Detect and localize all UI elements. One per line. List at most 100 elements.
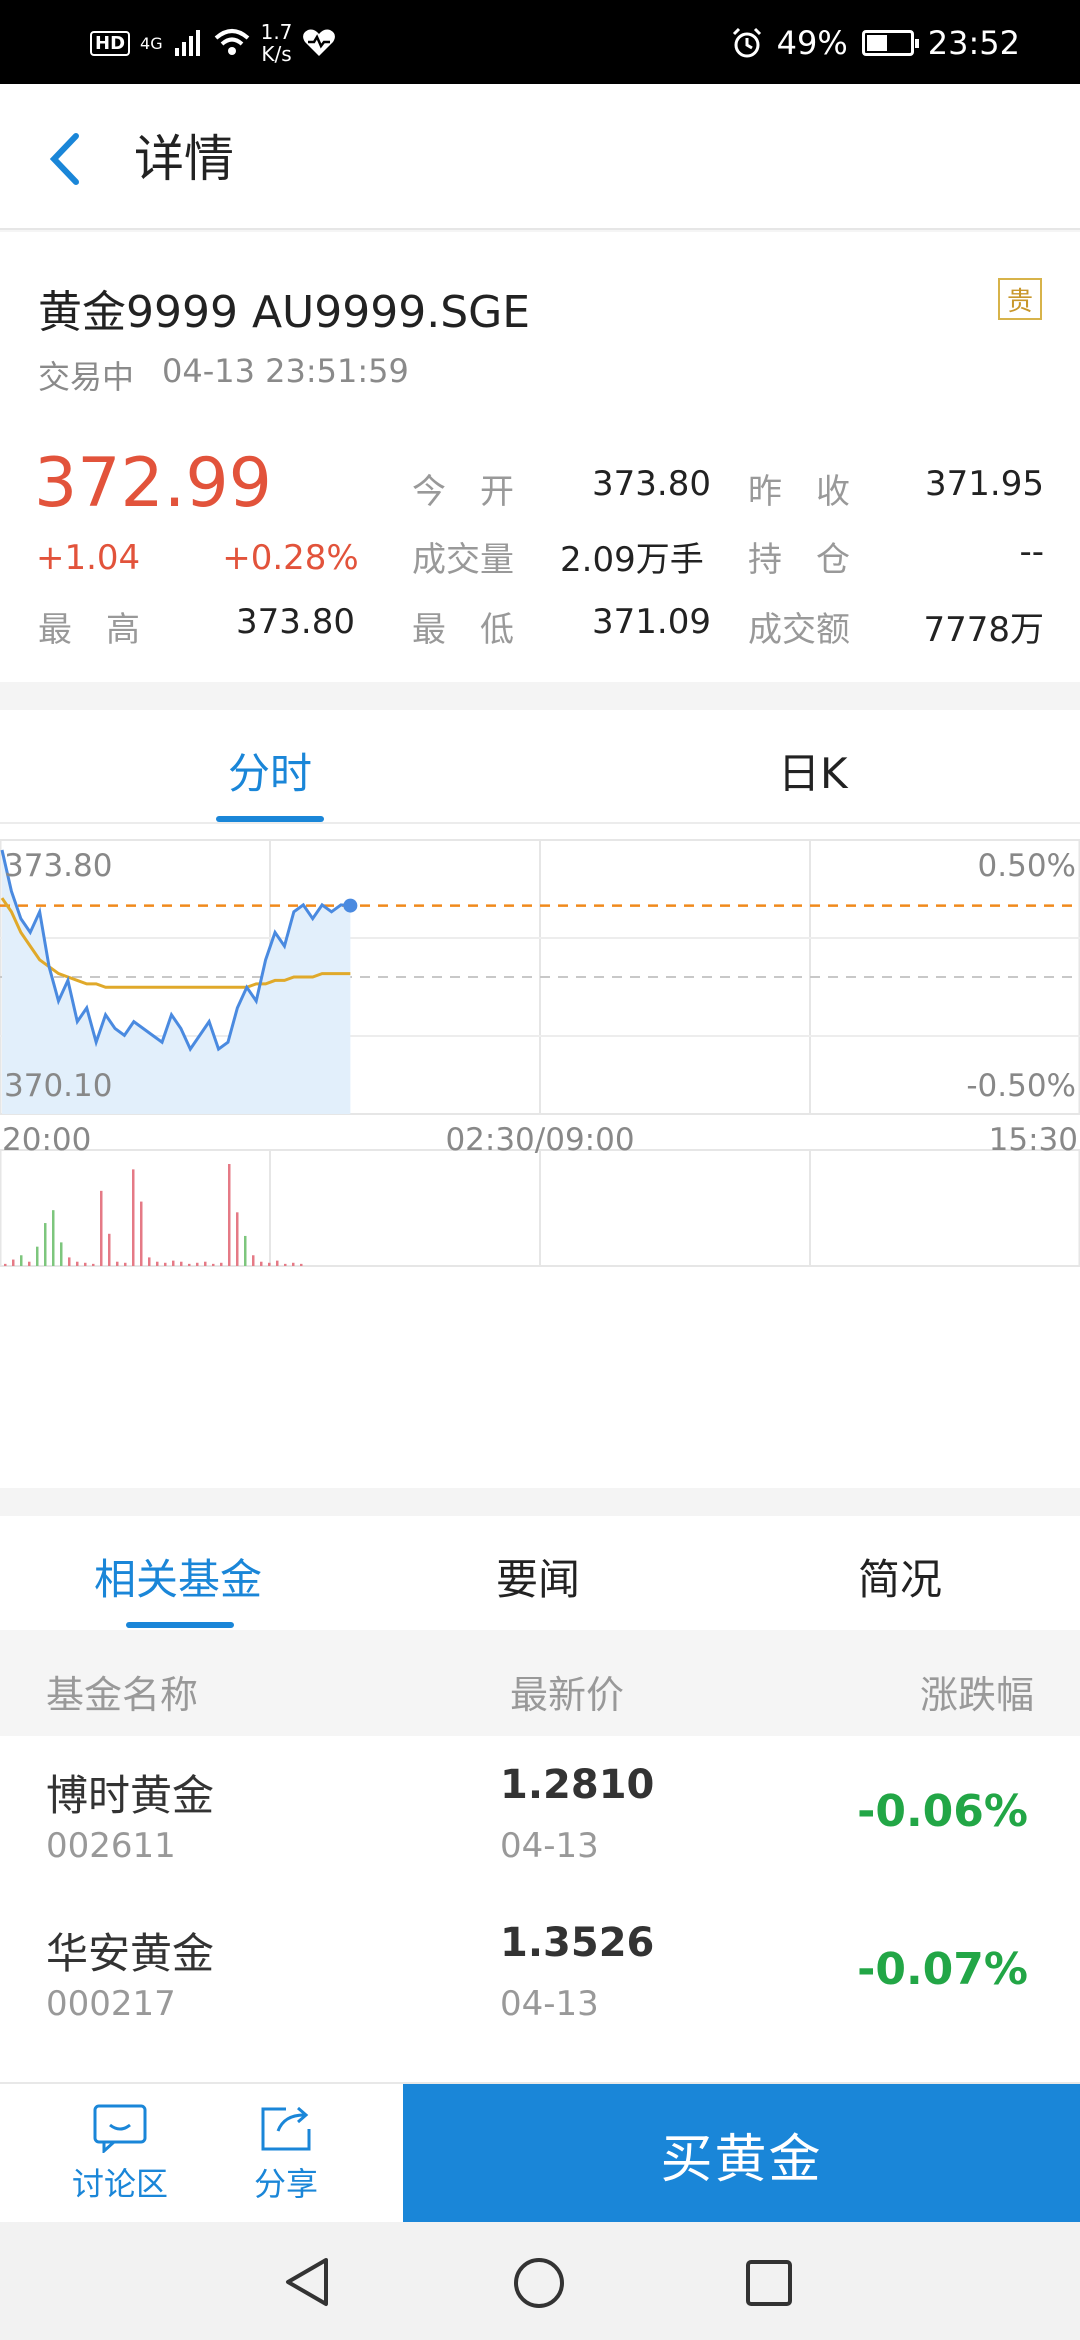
volume-bar [164,1262,167,1266]
chart-tabs: 分时 日K [0,710,1080,824]
health-heart-icon [303,29,336,56]
fund-price: 1.2810 [500,1762,655,1808]
nav-home-icon[interactable] [512,2256,566,2310]
y-tick-label-pct: -0.50% [966,1068,1076,1104]
volume-bar [44,1223,47,1266]
low-value: 371.09 [592,602,711,642]
volume-bar [220,1262,223,1266]
table-row[interactable]: 博时黄金 002611 1.2810 04-13 -0.06% [0,1736,1080,1896]
y-tick-label: 373.80 [4,848,112,884]
volume-label: 成交量 [412,540,514,580]
tab-intraday[interactable]: 分时 [228,740,312,801]
fund-date: 04-13 [500,1984,599,2024]
system-nav-bar [0,2222,1080,2340]
position-value: -- [1019,532,1044,572]
y-tick-label: 370.10 [4,1068,112,1104]
volume-bar [252,1255,255,1266]
chat-icon [93,2104,147,2153]
volume-bar [52,1210,55,1266]
wifi-icon [214,29,249,55]
volume-bar [204,1261,207,1266]
x-tick-label: 20:00 [2,1122,91,1158]
x-tick-label: 15:30 [989,1122,1078,1158]
tab-related-funds[interactable]: 相关基金 [94,1546,262,1607]
discuss-button[interactable]: 讨论区 [40,2084,200,2224]
tab-news[interactable]: 要闻 [496,1546,580,1607]
volume-bar [172,1260,175,1266]
network-speed: 1.7 K/s [260,20,293,66]
nav-recents-icon[interactable] [744,2258,794,2308]
page-title: 详情 [134,130,234,188]
clock: 23:52 [927,24,1020,62]
tab-indicator [126,1622,234,1628]
volume-bar [20,1255,23,1266]
quote-timestamp: 04-13 23:51:59 [162,352,409,390]
col-change-pct: 涨跌幅 [919,1673,1034,1717]
low-label: 最 低 [412,610,514,650]
bottom-action-bar: 讨论区 分享 买黄金 [0,2082,1080,2224]
tab-daily-k[interactable]: 日K [778,740,848,801]
turnover-label: 成交额 [748,610,850,650]
volume-bar [268,1262,271,1266]
change-percent: +0.28% [222,538,359,578]
fund-code: 002611 [46,1826,176,1866]
nav-bar: 详情 [0,84,1080,230]
nav-back-icon[interactable] [282,2256,332,2308]
section-divider [0,1488,1080,1516]
change-value: +1.04 [36,538,141,578]
volume-bar [132,1169,135,1266]
fund-name: 博时黄金 [46,1771,215,1820]
volume-bar [260,1261,263,1266]
volume-bar [244,1235,247,1266]
col-fund-name: 基金名称 [46,1673,199,1717]
hd-icon: HD [90,30,131,56]
discuss-label: 讨论区 [71,2165,168,2203]
tab-indicator [216,816,324,822]
volume-bar [180,1261,183,1266]
back-arrow-icon[interactable] [40,124,90,194]
signal-icon [174,30,200,56]
high-value: 373.80 [236,602,355,642]
intraday-chart[interactable]: 373.80 370.10 0.50% -0.50% 20:00 02:30/09:00 1… [0,824,1080,1488]
x-tick-label: 02:30/09:00 [445,1122,634,1158]
prev-close-value: 371.95 [925,464,1044,504]
fund-price: 1.3526 [500,1920,655,1966]
volume-bar [68,1257,71,1266]
prev-close-label: 昨 收 [748,472,850,512]
fund-date: 04-13 [500,1826,599,1866]
volume-bar [236,1212,239,1266]
status-bar: HD 4G 1.7 K/s 49% 23:52 [0,0,1080,84]
open-label: 今 开 [412,472,514,512]
open-value: 373.80 [592,464,711,504]
volume-bar [140,1201,143,1266]
status-text: 交易中 [38,358,135,396]
volume-bar [116,1261,119,1266]
volume-bar [196,1262,199,1266]
share-label: 分享 [253,2165,318,2203]
volume-bar [148,1257,151,1266]
volume-bar [300,1263,303,1266]
col-latest-price: 最新价 [510,1673,625,1717]
volume-bar [284,1263,287,1266]
high-label: 最 高 [38,610,140,650]
volume-bar [212,1263,215,1266]
volume-bar [124,1262,127,1266]
table-row[interactable]: 华安黄金 000217 1.3526 04-13 -0.07% [0,1894,1080,2054]
volume-bar [12,1259,15,1266]
volume-bar [188,1263,191,1266]
volume-bar [276,1260,279,1266]
battery-icon [861,30,919,56]
position-label: 持 仓 [748,540,850,580]
last-price-dot [343,898,358,913]
volume-bar [156,1261,159,1266]
volume-bar [108,1233,111,1266]
volume-bar [100,1190,103,1266]
fund-change: -0.06% [857,1786,1028,1837]
share-button[interactable]: 分享 [206,2084,366,2224]
category-badge: 贵 [998,278,1042,320]
fund-table-header: 基金名称 最新价 涨跌幅 [0,1630,1080,1736]
volume-value: 2.09万手 [560,540,704,580]
buy-gold-button[interactable]: 买黄金 [403,2084,1080,2224]
volume-bars [4,1164,303,1266]
tab-overview[interactable]: 简况 [858,1546,942,1607]
